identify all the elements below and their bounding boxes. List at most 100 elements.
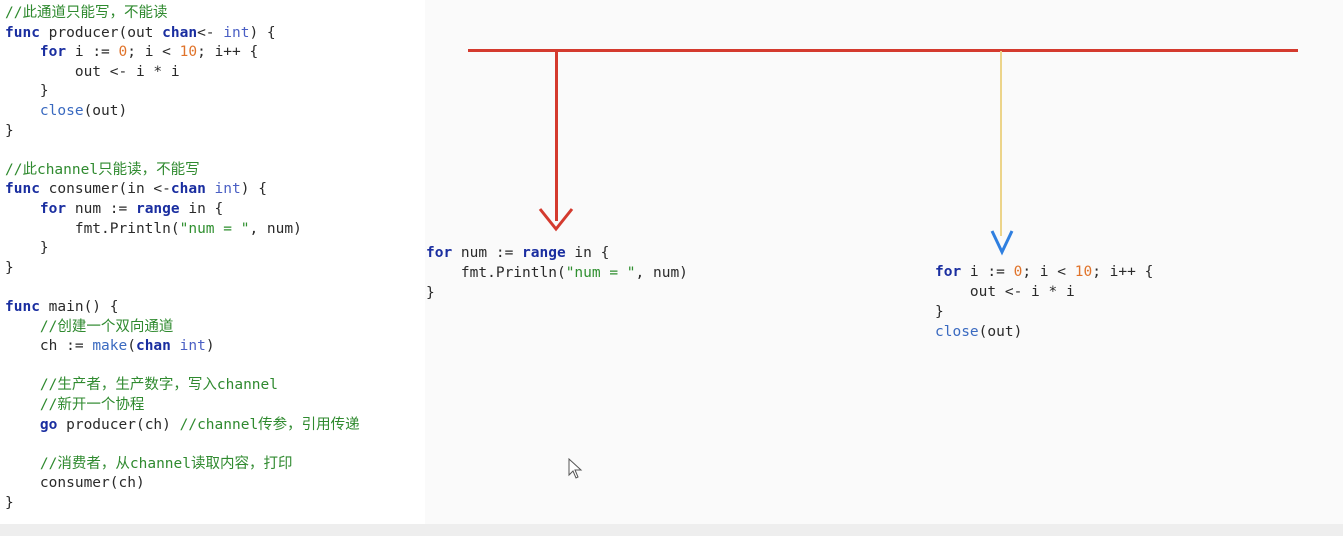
- code-token: ): [205, 338, 215, 355]
- code-line: func consumer(in <-chan int) {: [5, 179, 267, 199]
- code-token: , num): [635, 265, 688, 281]
- code-token: //生产者，生产数字，写入channel: [5, 377, 278, 394]
- code-token: func: [5, 24, 40, 41]
- code-line: for i := 0; i < 10; i++ {: [5, 42, 258, 62]
- code-token: ch :=: [5, 338, 93, 355]
- code-token: ) {: [249, 24, 276, 41]
- code-line: //此通道只能写，不能读: [5, 3, 167, 23]
- code-line: //生产者，生产数字，写入channel: [5, 375, 278, 395]
- code-line: //此channel只能读，不能写: [5, 160, 200, 180]
- yellow-arrow-shaft: [1000, 51, 1002, 236]
- code-token: close: [39, 103, 84, 119]
- code-line: out <- i * i: [5, 62, 180, 82]
- code-token: range: [522, 245, 566, 261]
- snippet-line: for num := range in {: [426, 243, 688, 263]
- code-token: producer(out: [39, 24, 163, 41]
- code-token: ; i++ {: [1092, 264, 1154, 280]
- code-token: make: [92, 338, 128, 355]
- code-line: ch := make(chan int): [5, 336, 215, 356]
- code-token: 0: [118, 44, 128, 61]
- snippet-line: fmt.Println("num = ", num): [426, 263, 688, 283]
- snippet-line: }: [935, 302, 1153, 322]
- code-token: in {: [179, 201, 224, 217]
- code-line: consumer(ch): [5, 473, 145, 493]
- code-token: num :=: [66, 201, 136, 217]
- code-token: //消费者，从channel读取内容，打印: [5, 455, 293, 472]
- code-token: out <- i * i: [5, 63, 180, 80]
- code-token: }: [5, 122, 14, 139]
- code-token: chan: [162, 24, 198, 41]
- code-token: consumer(ch): [5, 475, 145, 492]
- code-line: func main() {: [5, 297, 119, 317]
- red-arrow-shaft: [555, 51, 558, 221]
- code-token: <-: [197, 24, 224, 41]
- code-token: }: [5, 259, 14, 276]
- code-token: "num = ": [565, 265, 636, 281]
- code-token: for: [39, 44, 67, 61]
- code-token: fmt.Println(: [5, 220, 180, 237]
- code-token: go: [39, 416, 58, 433]
- code-token: }: [5, 240, 49, 257]
- code-token: i :=: [961, 264, 1014, 280]
- snippet-line: for i := 0; i < 10; i++ {: [935, 262, 1153, 282]
- code-token: chan: [135, 338, 171, 355]
- code-token: (out): [83, 103, 128, 119]
- producer-loop-snippet: for i := 0; i < 10; i++ { out <- i * i} c…: [935, 262, 1153, 342]
- code-token: }: [426, 285, 435, 301]
- code-line: }: [5, 493, 14, 513]
- code-token: "num = ": [179, 220, 250, 237]
- code-token: //此channel只能读，不能写: [5, 161, 200, 178]
- code-token: producer(ch): [57, 416, 180, 433]
- horizontal-red-line: [468, 49, 1298, 52]
- code-token: out <- i * i: [935, 284, 1075, 300]
- code-token: int: [223, 24, 250, 41]
- code-token: //创建一个双向通道: [5, 318, 174, 335]
- code-token: , num): [249, 220, 302, 237]
- code-token: (: [127, 338, 136, 355]
- code-line: close(out): [5, 101, 127, 121]
- code-editor-pane: //此通道只能写，不能读 func producer(out chan<- int…: [0, 0, 425, 524]
- code-token: (out): [978, 324, 1023, 340]
- consumer-loop-snippet: for num := range in { fmt.Println("num =…: [426, 243, 688, 303]
- code-token: }: [5, 83, 49, 100]
- code-line: }: [5, 258, 14, 278]
- code-line: //消费者，从channel读取内容，打印: [5, 454, 293, 474]
- code-line: go producer(ch) //channel传参，引用传递: [5, 415, 360, 435]
- code-token: //channel传参，引用传递: [179, 416, 360, 433]
- code-token: ; i <: [1022, 264, 1075, 280]
- code-token: in {: [565, 245, 610, 261]
- code-line: //创建一个双向通道: [5, 317, 173, 337]
- code-token: range: [135, 201, 180, 217]
- code-token: ) {: [240, 181, 267, 198]
- code-token: func: [5, 299, 40, 315]
- red-arrowhead-icon: [538, 208, 574, 232]
- code-token: int: [214, 181, 241, 198]
- code-line: }: [5, 81, 49, 101]
- code-token: 10: [179, 44, 198, 61]
- snippet-line: out <- i * i: [935, 282, 1153, 302]
- code-token: int: [179, 338, 206, 355]
- code-token: ; i++ {: [197, 44, 259, 61]
- mouse-cursor-icon: [568, 458, 583, 479]
- blue-arrowhead-icon: [990, 230, 1014, 256]
- bottom-bar: [0, 524, 1343, 536]
- code-token: }: [935, 304, 944, 320]
- code-token: //此通道只能写，不能读: [5, 5, 168, 21]
- code-token: chan: [170, 181, 206, 198]
- code-token: //新开一个协程: [5, 397, 145, 413]
- code-token: ; i <: [127, 44, 180, 61]
- code-token: 10: [1074, 264, 1093, 280]
- code-line: //新开一个协程: [5, 395, 144, 415]
- code-token: func: [5, 181, 40, 198]
- snippet-line: close(out): [935, 322, 1153, 342]
- code-token: for: [39, 201, 67, 217]
- code-line: fmt.Println("num = ", num): [5, 219, 302, 239]
- code-line: for num := range in {: [5, 199, 223, 219]
- code-token: close: [935, 324, 979, 340]
